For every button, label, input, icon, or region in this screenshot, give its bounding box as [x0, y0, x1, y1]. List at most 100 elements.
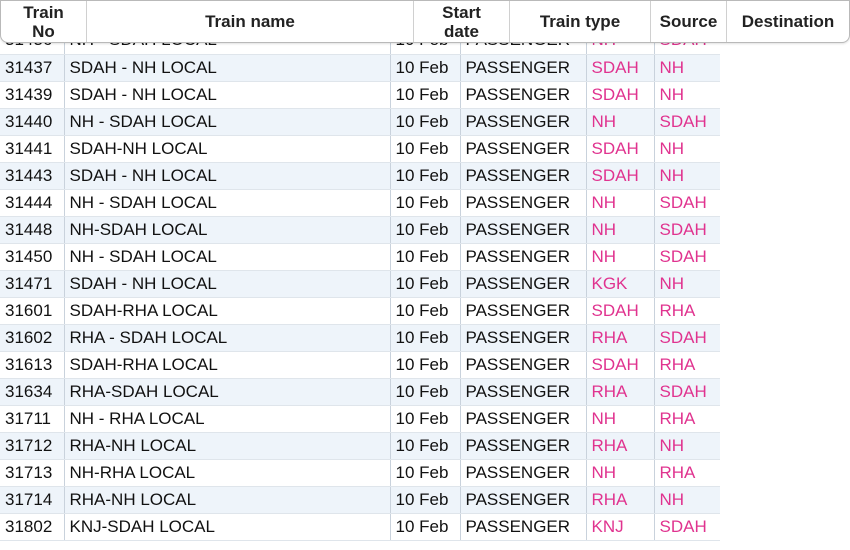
- train-type-cell: PASSENGER: [460, 324, 587, 352]
- train-name-cell: RHA-NH LOCAL: [64, 432, 391, 460]
- train-type-cell: PASSENGER: [460, 297, 587, 325]
- header-destination-label: Destination: [741, 12, 835, 31]
- train-list-view: 31436NH - SDAH LOCAL10 FebPASSENGERNHSDA…: [0, 0, 850, 550]
- train-no-cell: 31450: [0, 243, 65, 271]
- source-station-link[interactable]: SDAH: [586, 162, 655, 190]
- table-row[interactable]: 31713 NH-RHA LOCAL 10 Feb PASSENGER NH RHA: [0, 459, 720, 487]
- source-station-link[interactable]: SDAH: [586, 54, 655, 82]
- table-row[interactable]: 31711 NH - RHA LOCAL 10 Feb PASSENGER NH RHA: [0, 405, 720, 433]
- table-row[interactable]: 31714 RHA-NH LOCAL 10 Feb PASSENGER RHA NH: [0, 486, 720, 514]
- start-date-cell: 10 Feb: [390, 378, 461, 406]
- destination-station-link[interactable]: RHA: [654, 297, 720, 325]
- train-type-cell: PASSENGER: [460, 189, 587, 217]
- source-station-link[interactable]: NH: [586, 243, 655, 271]
- train-no-cell: 31712: [0, 432, 65, 460]
- source-station-link[interactable]: NH: [586, 108, 655, 136]
- train-type-cell: PASSENGER: [460, 432, 587, 460]
- source-station-link[interactable]: SDAH: [586, 81, 655, 109]
- start-date-cell: 10 Feb: [390, 108, 461, 136]
- header-train-name[interactable]: Train name: [87, 1, 414, 42]
- destination-station-link[interactable]: SDAH: [654, 216, 720, 244]
- destination-station-link[interactable]: NH: [654, 81, 720, 109]
- destination-station-link[interactable]: NH: [654, 270, 720, 298]
- table-row[interactable]: 31602 RHA - SDAH LOCAL 10 Feb PASSENGER RHA S…: [0, 324, 720, 352]
- table-row[interactable]: 31443 SDAH - NH LOCAL 10 Feb PASSENGER SDAH N…: [0, 162, 720, 190]
- destination-station-link[interactable]: RHA: [654, 351, 720, 379]
- source-station-link[interactable]: RHA: [586, 486, 655, 514]
- header-train-type-label: Train type: [539, 12, 621, 31]
- train-no-cell: 31713: [0, 459, 65, 487]
- source-station-link[interactable]: NH: [586, 459, 655, 487]
- table-row[interactable]: 31439 SDAH - NH LOCAL 10 Feb PASSENGER SDAH N…: [0, 81, 720, 109]
- destination-station-link[interactable]: NH: [654, 486, 720, 514]
- destination-station-link[interactable]: RHA: [654, 405, 720, 433]
- train-type-cell: PASSENGER: [460, 405, 587, 433]
- destination-station-link[interactable]: SDAH: [654, 513, 720, 541]
- start-date-cell: 10 Feb: [390, 459, 461, 487]
- table-row[interactable]: 31448 NH-SDAH LOCAL 10 Feb PASSENGER NH SDAH: [0, 216, 720, 244]
- train-type-cell: PASSENGER: [460, 54, 587, 82]
- table-row[interactable]: 31471 SDAH - NH LOCAL 10 Feb PASSENGER KGK NH: [0, 270, 720, 298]
- table-row[interactable]: 31802 KNJ-SDAH LOCAL 10 Feb PASSENGER KNJ SDA…: [0, 513, 720, 541]
- train-type-cell: PASSENGER: [460, 270, 587, 298]
- header-train-name-label: Train name: [205, 12, 295, 31]
- source-station-link[interactable]: RHA: [586, 378, 655, 406]
- table-row[interactable]: 31712 RHA-NH LOCAL 10 Feb PASSENGER RHA NH: [0, 432, 720, 460]
- table-row[interactable]: 31634 RHA-SDAH LOCAL 10 Feb PASSENGER RHA SDA…: [0, 378, 720, 406]
- header-train-no-label: Train No: [23, 2, 64, 41]
- trains-table: 31436NH - SDAH LOCAL10 FebPASSENGERNHSDA…: [0, 33, 720, 541]
- start-date-cell: 10 Feb: [390, 351, 461, 379]
- start-date-cell: 10 Feb: [390, 270, 461, 298]
- train-name-cell: NH-RHA LOCAL: [64, 459, 391, 487]
- start-date-cell: 10 Feb: [390, 432, 461, 460]
- train-no-cell: 31471: [0, 270, 65, 298]
- source-station-link[interactable]: SDAH: [586, 351, 655, 379]
- train-no-cell: 31437: [0, 54, 65, 82]
- train-no-cell: 31613: [0, 351, 65, 379]
- header-source[interactable]: Source: [651, 1, 727, 42]
- start-date-cell: 10 Feb: [390, 243, 461, 271]
- destination-station-link[interactable]: NH: [654, 54, 720, 82]
- source-station-link[interactable]: NH: [586, 405, 655, 433]
- train-type-cell: PASSENGER: [460, 162, 587, 190]
- source-station-link[interactable]: RHA: [586, 324, 655, 352]
- header-train-no[interactable]: Train No: [1, 1, 87, 42]
- table-row[interactable]: 31437 SDAH - NH LOCAL 10 Feb PASSENGER SDAH N…: [0, 54, 720, 82]
- source-station-link[interactable]: NH: [586, 216, 655, 244]
- train-no-cell: 31441: [0, 135, 65, 163]
- destination-station-link[interactable]: NH: [654, 135, 720, 163]
- header-train-type[interactable]: Train type: [510, 1, 651, 42]
- destination-station-link[interactable]: SDAH: [654, 243, 720, 271]
- train-name-cell: RHA-NH LOCAL: [64, 486, 391, 514]
- table-row[interactable]: 31441 SDAH-NH LOCAL 10 Feb PASSENGER SDAH NH: [0, 135, 720, 163]
- start-date-cell: 10 Feb: [390, 324, 461, 352]
- header-destination[interactable]: Destination: [727, 1, 849, 42]
- source-station-link[interactable]: RHA: [586, 432, 655, 460]
- destination-station-link[interactable]: NH: [654, 432, 720, 460]
- table-row[interactable]: 31450 NH - SDAH LOCAL 10 Feb PASSENGER NH SDA…: [0, 243, 720, 271]
- destination-station-link[interactable]: SDAH: [654, 108, 720, 136]
- table-row[interactable]: 31440 NH - SDAH LOCAL 10 Feb PASSENGER NH SDA…: [0, 108, 720, 136]
- train-no-cell: 31440: [0, 108, 65, 136]
- table-row[interactable]: 31444 NH - SDAH LOCAL 10 Feb PASSENGER NH SDA…: [0, 189, 720, 217]
- start-date-cell: 10 Feb: [390, 486, 461, 514]
- destination-station-link[interactable]: SDAH: [654, 378, 720, 406]
- source-station-link[interactable]: NH: [586, 189, 655, 217]
- source-station-link[interactable]: KNJ: [586, 513, 655, 541]
- train-name-cell: SDAH-NH LOCAL: [64, 135, 391, 163]
- destination-station-link[interactable]: NH: [654, 162, 720, 190]
- table-header: Train No Train name Start date Train typ…: [0, 0, 850, 43]
- source-station-link[interactable]: SDAH: [586, 297, 655, 325]
- table-row[interactable]: 31601 SDAH-RHA LOCAL 10 Feb PASSENGER SDAH RH…: [0, 297, 720, 325]
- train-name-cell: NH - SDAH LOCAL: [64, 108, 391, 136]
- train-type-cell: PASSENGER: [460, 216, 587, 244]
- source-station-link[interactable]: KGK: [586, 270, 655, 298]
- header-start-date[interactable]: Start date: [414, 1, 510, 42]
- source-station-link[interactable]: SDAH: [586, 135, 655, 163]
- start-date-cell: 10 Feb: [390, 81, 461, 109]
- destination-station-link[interactable]: RHA: [654, 459, 720, 487]
- table-body-scroll[interactable]: 31436NH - SDAH LOCAL10 FebPASSENGERNHSDA…: [0, 33, 720, 550]
- table-row[interactable]: 31613 SDAH-RHA LOCAL 10 Feb PASSENGER SDAH RH…: [0, 351, 720, 379]
- destination-station-link[interactable]: SDAH: [654, 189, 720, 217]
- destination-station-link[interactable]: SDAH: [654, 324, 720, 352]
